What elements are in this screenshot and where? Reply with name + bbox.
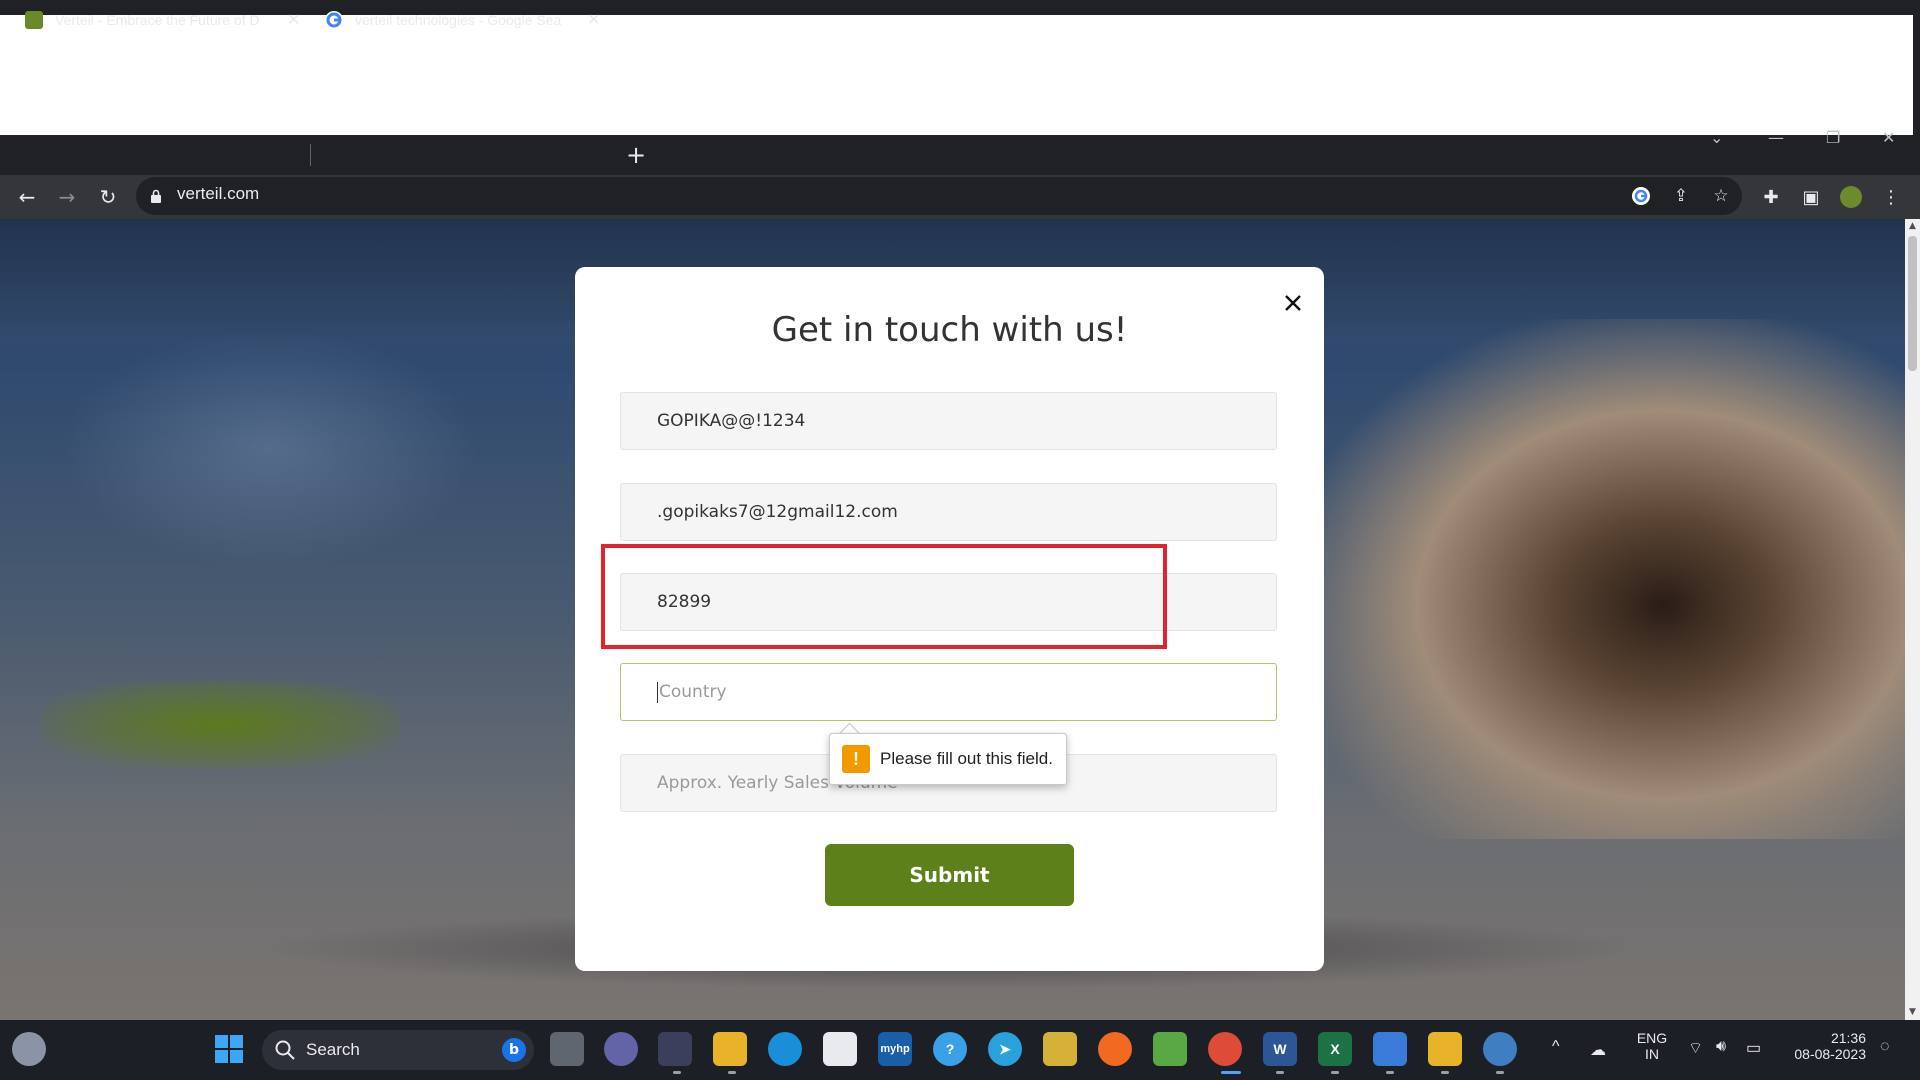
email-input[interactable]: .gopikaks7@12gmail12.com	[620, 483, 1277, 541]
validation-tooltip: ! Please fill out this field.	[829, 733, 1067, 785]
scrollbar-thumb[interactable]	[1908, 236, 1917, 371]
scroll-up-icon[interactable]: ▲	[1905, 219, 1920, 234]
lock-icon[interactable]	[151, 189, 161, 203]
task-view-icon[interactable]	[550, 1032, 584, 1066]
wifi-icon[interactable]: ⌔	[1688, 1038, 1703, 1058]
forward-icon[interactable]: →	[52, 175, 82, 219]
onedrive-icon[interactable]: ☁	[1590, 1040, 1606, 1060]
running-indicator	[1331, 1071, 1339, 1074]
country-input[interactable]: Country	[620, 663, 1277, 721]
close-tab-icon[interactable]: ✕	[287, 10, 300, 30]
tab-divider	[310, 144, 311, 166]
profile-avatar-icon[interactable]	[1840, 186, 1862, 208]
chrome-icon[interactable]	[1208, 1032, 1242, 1066]
bookmark-star-icon[interactable]: ☆	[1710, 185, 1732, 207]
text-caret	[657, 681, 658, 703]
country-placeholder: Country	[659, 682, 727, 702]
get-help-icon[interactable]: ?	[933, 1032, 967, 1066]
tab-bar	[0, 135, 1920, 175]
modal-title: Get in touch with us!	[771, 310, 1128, 350]
background-hero	[60, 329, 480, 569]
reload-icon[interactable]: ↻	[93, 175, 123, 219]
tab-title: verteil technologies - Google Sea	[355, 12, 562, 28]
myhp-icon[interactable]: myhp	[878, 1032, 912, 1066]
tab-search-icon[interactable]: ⌄	[1710, 128, 1723, 147]
extensions-icon[interactable]: ✚	[1760, 186, 1782, 208]
google-favicon-icon	[325, 11, 343, 29]
weather-widget-icon[interactable]	[12, 1032, 46, 1066]
show-hidden-icons-icon[interactable]: ^	[1552, 1038, 1560, 1056]
active-indicator	[1221, 1071, 1241, 1074]
running-indicator	[728, 1071, 736, 1074]
search-icon	[275, 1040, 295, 1060]
side-panel-icon[interactable]: ▣	[1800, 186, 1822, 208]
excel-icon[interactable]: X	[1318, 1032, 1352, 1066]
language-top: ENG	[1636, 1030, 1668, 1046]
notification-icon[interactable]: ◌	[1880, 1038, 1890, 1056]
verteil-favicon-icon	[25, 11, 43, 29]
warning-icon: !	[842, 745, 870, 773]
edge-icon[interactable]	[768, 1032, 802, 1066]
running-indicator	[1386, 1071, 1394, 1074]
validation-message: Please fill out this field.	[880, 749, 1053, 768]
address-bar[interactable]	[136, 177, 1742, 215]
telegram-icon[interactable]: ➤	[988, 1032, 1022, 1066]
snipping-tool-icon[interactable]	[1043, 1032, 1077, 1066]
close-tab-icon[interactable]: ✕	[587, 10, 600, 30]
highlight-box	[601, 544, 1167, 649]
new-tab-button[interactable]: +	[624, 135, 648, 175]
right-strip	[1913, 15, 1920, 135]
tab-google-search[interactable]: verteil technologies - Google Sea ✕	[325, 0, 600, 40]
bing-icon[interactable]: b	[502, 1038, 526, 1062]
share-icon[interactable]: ⇪	[1670, 185, 1692, 207]
clock[interactable]: 21:36 08-08-2023	[1786, 1030, 1866, 1062]
teams-chat-icon[interactable]	[604, 1032, 638, 1066]
running-indicator	[1276, 1071, 1284, 1074]
clock-date: 08-08-2023	[1794, 1046, 1866, 1062]
eclipse-icon[interactable]	[658, 1032, 692, 1066]
word-icon[interactable]: W	[1263, 1032, 1297, 1066]
taskbar-search[interactable]: Search b	[262, 1030, 534, 1070]
close-window-icon[interactable]: ✕	[1882, 128, 1895, 147]
notepad-icon[interactable]	[1373, 1032, 1407, 1066]
background-cta	[40, 679, 400, 769]
battery-icon[interactable]: ▭	[1746, 1038, 1761, 1058]
url-text[interactable]: verteil.com	[177, 184, 259, 204]
submit-button[interactable]: Submit	[825, 844, 1074, 906]
windows-start-icon[interactable]	[212, 1032, 246, 1066]
name-input[interactable]: GOPIKA@@!1234	[620, 392, 1277, 450]
minimize-icon[interactable]: —	[1768, 128, 1784, 147]
node-icon[interactable]	[1153, 1032, 1187, 1066]
postman-icon[interactable]	[1098, 1032, 1132, 1066]
background-image	[1300, 319, 1905, 839]
volume-icon[interactable]: 🔊︎	[1716, 1038, 1726, 1056]
menu-kebab-icon[interactable]: ⋮	[1880, 186, 1902, 208]
running-indicator	[1441, 1071, 1449, 1074]
language-indicator[interactable]: ENG IN	[1636, 1030, 1668, 1062]
back-icon[interactable]: ←	[12, 175, 42, 219]
tab-title: Verteil - Embrace the Future of D	[55, 12, 260, 28]
microsoft-store-icon[interactable]	[823, 1032, 857, 1066]
search-label: Search	[306, 1040, 360, 1059]
clock-time: 21:36	[1830, 1030, 1866, 1046]
restore-icon[interactable]: ❐	[1826, 128, 1840, 147]
running-indicator	[1496, 1071, 1504, 1074]
paint-icon[interactable]	[1483, 1032, 1517, 1066]
running-indicator	[673, 1071, 681, 1074]
language-bottom: IN	[1645, 1046, 1659, 1062]
scroll-down-icon[interactable]: ▼	[1905, 1005, 1920, 1020]
file-manager-icon[interactable]	[1428, 1032, 1462, 1066]
file-explorer-icon[interactable]	[713, 1032, 747, 1066]
tab-verteil[interactable]: Verteil - Embrace the Future of D ✕	[25, 0, 300, 40]
google-lens-icon[interactable]	[1630, 185, 1652, 207]
